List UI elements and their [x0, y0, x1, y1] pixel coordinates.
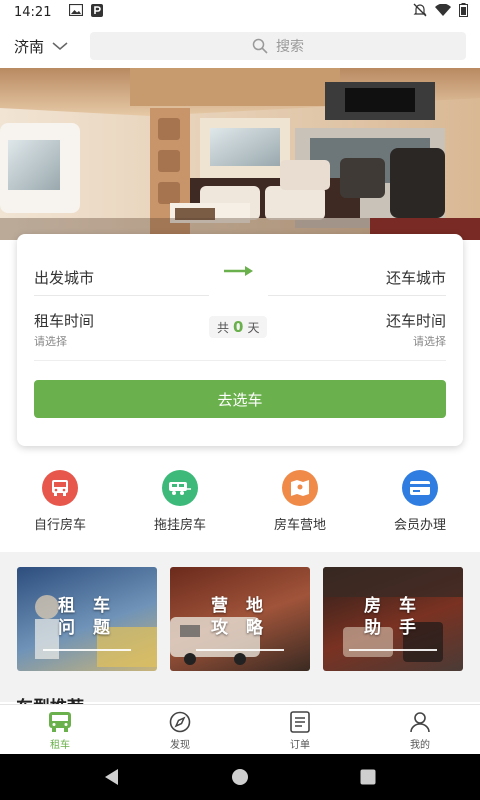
tab-mine[interactable]: 我的: [360, 705, 480, 754]
city-selector[interactable]: 济南: [14, 36, 90, 57]
divider: [34, 295, 209, 296]
divider: [268, 295, 446, 296]
search-icon: [252, 38, 268, 54]
to-city[interactable]: 还车城市: [386, 267, 446, 288]
rent-time-hint[interactable]: 请选择: [34, 333, 67, 349]
search-input[interactable]: 搜索: [90, 32, 466, 60]
tile-line1: 房 车: [364, 596, 422, 616]
wifi-icon: [435, 3, 451, 20]
compass-icon: [169, 711, 191, 733]
tile-rental-faq[interactable]: 租 车问 题: [17, 567, 157, 671]
bus-icon: [42, 470, 78, 506]
choose-car-button[interactable]: 去选车: [34, 380, 446, 418]
from-city[interactable]: 出发城市: [34, 267, 94, 288]
battery-icon: [459, 3, 468, 21]
tile-line1: 租 车: [58, 596, 116, 616]
arrow-right-icon: [224, 266, 253, 276]
home-icon[interactable]: [231, 768, 249, 786]
tab-label: 发现: [170, 740, 190, 751]
booking-card: 出发城市 还车城市 租车时间 请选择 还车时间 请选择 共 0 天 去选车: [17, 234, 463, 446]
return-time-hint[interactable]: 请选择: [413, 333, 446, 349]
tab-label: 租车: [50, 740, 70, 751]
list-icon: [290, 711, 310, 733]
quick-link-campsite[interactable]: 房车营地: [240, 470, 360, 542]
tab-rent[interactable]: 租车: [0, 705, 120, 754]
parking-icon: [91, 3, 104, 21]
back-icon[interactable]: [103, 768, 121, 786]
days-suffix: 天: [247, 320, 260, 335]
status-bar: 14:21: [0, 0, 480, 24]
tile-line2: 问 题: [58, 618, 116, 638]
quick-link-membership[interactable]: 会员办理: [360, 470, 480, 542]
tile-underline: [196, 649, 284, 651]
user-icon: [410, 712, 430, 733]
tile-campsite-guide[interactable]: 营 地攻 略: [170, 567, 310, 671]
tab-discover[interactable]: 发现: [120, 705, 240, 754]
search-placeholder: 搜索: [276, 39, 304, 55]
banner-image[interactable]: [0, 68, 480, 240]
tab-label: 我的: [410, 740, 430, 751]
card-icon: [402, 470, 438, 506]
quick-link-self-drive[interactable]: 自行房车: [0, 470, 120, 542]
recents-icon[interactable]: [359, 768, 377, 786]
city-name: 济南: [14, 37, 45, 56]
quick-link-label: 自行房车: [33, 518, 86, 533]
tile-line2: 攻 略: [211, 618, 269, 638]
tile-line2: 助 手: [364, 618, 422, 638]
quick-link-label: 房车营地: [273, 518, 326, 533]
tile-line1: 营 地: [211, 596, 269, 616]
map-icon: [282, 470, 318, 506]
tab-label: 订单: [290, 740, 310, 751]
tile-rv-assistant[interactable]: 房 车助 手: [323, 567, 463, 671]
chevron-down-icon: [52, 42, 68, 50]
quick-link-trailer[interactable]: 拖挂房车: [120, 470, 240, 542]
quick-links: 自行房车 拖挂房车 房车营地 会员办理: [0, 470, 480, 542]
trailer-icon: [162, 470, 198, 506]
days-prefix: 共: [217, 320, 230, 335]
info-tiles: 租 车问 题 营 地攻 略 房 车助 手: [17, 567, 463, 671]
rent-time-label[interactable]: 租车时间: [34, 310, 94, 331]
tile-underline: [43, 649, 131, 651]
status-time: 14:21: [14, 4, 52, 20]
quick-link-label: 会员办理: [393, 518, 446, 533]
tile-underline: [349, 649, 437, 651]
bottom-tab-bar: 租车 发现 订单 我的: [0, 704, 480, 754]
days-count: 0: [233, 318, 244, 336]
divider: [34, 360, 446, 361]
system-nav-bar: [0, 754, 480, 800]
return-time-label[interactable]: 还车时间: [386, 310, 446, 331]
top-search-bar: 济南 搜索: [0, 24, 480, 68]
mute-icon: [413, 3, 427, 21]
tab-orders[interactable]: 订单: [240, 705, 360, 754]
image-icon: [69, 3, 84, 20]
quick-link-label: 拖挂房车: [153, 518, 206, 533]
days-count-badge: 共 0 天: [209, 316, 268, 338]
bus-icon: [49, 712, 71, 732]
